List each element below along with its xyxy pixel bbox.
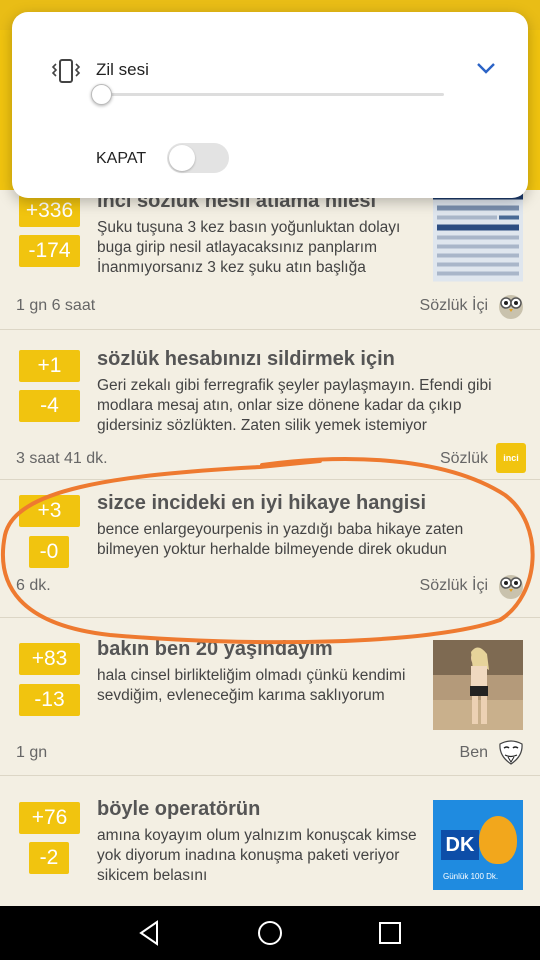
downvote-button[interactable]: -4 <box>19 390 80 422</box>
upvote-button[interactable]: +83 <box>19 643 80 675</box>
post-thumbnail[interactable] <box>433 190 523 283</box>
post-item[interactable]: +76 -2 böyle operatörün amına koyayım ol… <box>0 776 540 906</box>
upvote-button[interactable]: +76 <box>19 802 80 834</box>
post-category[interactable]: Sözlük İçi <box>420 297 488 315</box>
post-body: Geri zekalı gibi ferregrafik şeyler payl… <box>97 377 492 434</box>
post-title[interactable]: böyle operatörün <box>97 798 260 821</box>
off-toggle[interactable] <box>167 143 229 173</box>
post-item[interactable]: +336 -174 inci sözlük nesil atlama hiles… <box>0 190 540 330</box>
post-body: bence enlargeyourpenis in yazdığı baba h… <box>97 521 464 558</box>
post-category[interactable]: Ben <box>460 744 488 762</box>
owl-icon <box>499 575 523 599</box>
volume-slider-thumb[interactable] <box>91 84 112 105</box>
post-time: 1 gn <box>16 744 48 761</box>
post-thumbnail[interactable] <box>433 640 523 730</box>
post-item[interactable]: +3 -0 sizce incideki en iyi hikaye hangi… <box>0 480 540 618</box>
vibrate-icon[interactable] <box>49 57 83 85</box>
inci-logo-icon: inci <box>496 443 526 473</box>
ringtone-label: Zil sesi <box>96 60 149 79</box>
post-item[interactable]: +83 -13 bakın ben 20 yaşındayım hala cin… <box>0 618 540 776</box>
post-time: 6 dk. <box>16 577 51 594</box>
post-body: hala cinsel birlikteliğim olmadı çünkü k… <box>97 667 406 704</box>
toggle-knob[interactable] <box>169 145 195 171</box>
upvote-button[interactable]: +3 <box>19 495 80 527</box>
post-category[interactable]: Sözlük İçi <box>420 577 488 595</box>
post-title[interactable]: sözlük hesabınızı sildirmek için <box>97 348 395 371</box>
downvote-button[interactable]: -2 <box>29 842 69 874</box>
owl-icon <box>499 295 523 319</box>
chevron-down-icon[interactable] <box>474 59 498 77</box>
thumb-caption: Günlük 100 Dk. <box>443 872 499 881</box>
thumb-mascot <box>479 816 517 864</box>
upvote-button[interactable]: +1 <box>19 350 80 382</box>
downvote-button[interactable]: -0 <box>29 536 69 568</box>
mask-icon <box>499 740 523 765</box>
post-category[interactable]: Sözlük <box>440 450 488 468</box>
post-title[interactable]: bakın ben 20 yaşındayım <box>97 638 333 661</box>
volume-panel: Zil sesi KAPAT <box>12 12 528 198</box>
post-feed[interactable]: +336 -174 inci sözlük nesil atlama hiles… <box>0 190 540 906</box>
off-label: KAPAT <box>96 150 147 167</box>
back-icon[interactable] <box>135 918 165 948</box>
home-icon[interactable] <box>255 918 285 948</box>
upvote-button[interactable]: +336 <box>19 195 80 227</box>
post-time: 1 gn 6 saat <box>16 297 96 314</box>
recents-icon[interactable] <box>375 918 405 948</box>
post-body: amına koyayım olum yalnızım konuşcak kim… <box>97 827 417 884</box>
post-time: 3 saat 41 dk. <box>16 450 108 467</box>
volume-slider[interactable] <box>102 93 444 96</box>
post-title[interactable]: sizce incideki en iyi hikaye hangisi <box>97 492 426 515</box>
downvote-button[interactable]: -174 <box>19 235 80 267</box>
downvote-button[interactable]: -13 <box>19 684 80 716</box>
thumb-badge-text: DK <box>441 830 479 860</box>
navigation-bar <box>0 906 540 960</box>
post-body: Şuku tuşuna 3 kez basın yoğunluktan dola… <box>97 219 401 276</box>
post-item[interactable]: +1 -4 sözlük hesabınızı sildirmek için G… <box>0 330 540 480</box>
inci-logo-text: inci <box>503 453 519 463</box>
post-thumbnail[interactable]: DK Günlük 100 Dk. <box>433 800 523 890</box>
